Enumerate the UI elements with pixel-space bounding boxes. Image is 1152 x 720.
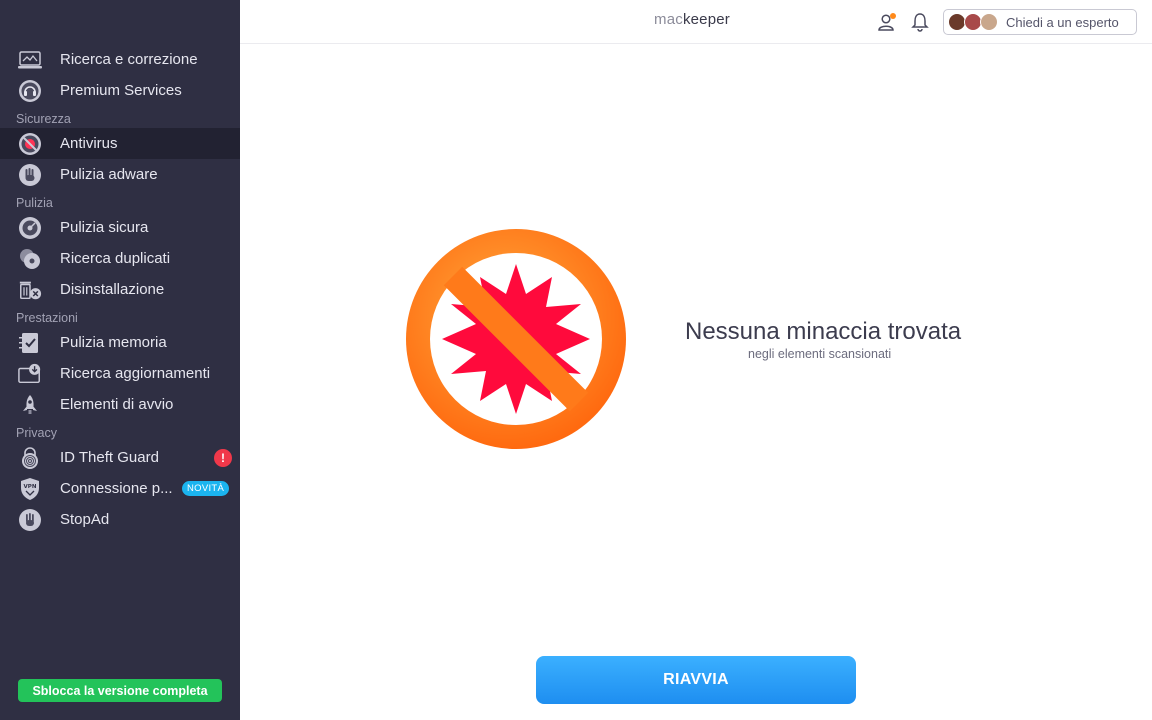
avatar [980,13,998,31]
sidebar-item-label: Elementi di avvio [60,396,174,413]
memory-check-icon [18,331,42,355]
sidebar: Ricerca e correzione Premium Services Si… [0,0,240,720]
sidebar-item-label: Disinstallazione [60,281,165,298]
sidebar-item-connessione-privata[interactable]: VPN Connessione p... NOVITÀ [0,473,240,504]
result-title: Nessuna minaccia trovata [685,318,962,345]
svg-text:VPN: VPN [24,484,37,490]
sidebar-item-stopad[interactable]: StopAd [0,504,240,535]
sidebar-item-pulizia-sicura[interactable]: Pulizia sicura [0,212,240,243]
sidebar-item-label: ID Theft Guard [60,449,159,466]
update-download-icon [18,362,42,386]
main-content: Nessuna minaccia trovata negli elementi … [240,44,1152,720]
sidebar-item-label: Connessione p... [60,480,173,497]
section-title-prestazioni: Prestazioni [16,311,78,325]
section-title-privacy: Privacy [16,426,57,440]
sidebar-item-label: Ricerca duplicati [60,250,171,267]
trash-remove-icon [18,278,42,302]
sidebar-item-label: Pulizia memoria [60,334,167,351]
top-bar: mackeeper Chiedi a un esperto [240,0,1152,44]
sidebar-item-label: Ricerca e correzione [60,51,198,68]
section-title-pulizia: Pulizia [16,196,53,210]
ask-expert-label: Chiedi a un esperto [1006,15,1119,30]
sidebar-item-elementi-avvio[interactable]: Elementi di avvio [0,389,240,420]
sidebar-item-antivirus[interactable]: Antivirus [0,128,240,159]
sidebar-item-label: Pulizia adware [60,166,158,183]
sidebar-item-label: Antivirus [60,135,118,152]
sidebar-item-ricerca-aggiornamenti[interactable]: Ricerca aggiornamenti [0,358,240,389]
headset-icon [18,79,42,103]
logo-mac: mac [654,11,683,28]
section-title-sicurezza: Sicurezza [16,112,71,126]
alert-badge: ! [214,449,232,467]
sidebar-item-premium-services[interactable]: Premium Services [0,75,240,106]
fingerprint-lock-icon [18,446,42,470]
sidebar-item-label: Premium Services [60,82,182,99]
sidebar-item-label: StopAd [60,511,110,528]
logo-keeper: keeper [682,11,731,28]
sidebar-item-ricerca-duplicati[interactable]: Ricerca duplicati [0,243,240,274]
hand-stop-icon [18,163,42,187]
sidebar-item-label: Ricerca aggiornamenti [60,365,211,382]
disk-clean-icon [18,216,42,240]
unlock-full-version-button[interactable]: Sblocca la versione completa [18,679,222,702]
duplicates-icon [18,247,42,271]
expert-avatars [948,13,1000,31]
bell-icon[interactable] [910,12,930,32]
sidebar-item-disinstallazione[interactable]: Disinstallazione [0,274,240,305]
sidebar-nav: Ricerca e correzione Premium Services Si… [0,44,240,535]
vpn-shield-icon: VPN [18,477,42,501]
laptop-scan-icon [18,48,42,72]
sidebar-item-pulizia-adware[interactable]: Pulizia adware [0,159,240,190]
account-icon[interactable] [877,12,897,32]
sidebar-item-pulizia-memoria[interactable]: Pulizia memoria [0,327,240,358]
ask-expert-button[interactable]: Chiedi a un esperto [943,9,1137,35]
new-badge: NOVITÀ [182,481,230,496]
app-logo: mackeeper [654,11,730,28]
virus-block-icon [18,132,42,156]
sidebar-item-label: Pulizia sicura [60,219,149,236]
result-subtitle: negli elementi scansionati [748,347,892,361]
restart-button[interactable]: RIAVVIA [536,656,856,704]
rocket-icon [18,393,42,417]
sidebar-item-ricerca-correzione[interactable]: Ricerca e correzione [0,44,240,75]
stopad-hand-icon [18,508,42,532]
sidebar-item-id-theft-guard[interactable]: ID Theft Guard ! [0,442,240,473]
no-threat-ban-icon [405,228,627,450]
